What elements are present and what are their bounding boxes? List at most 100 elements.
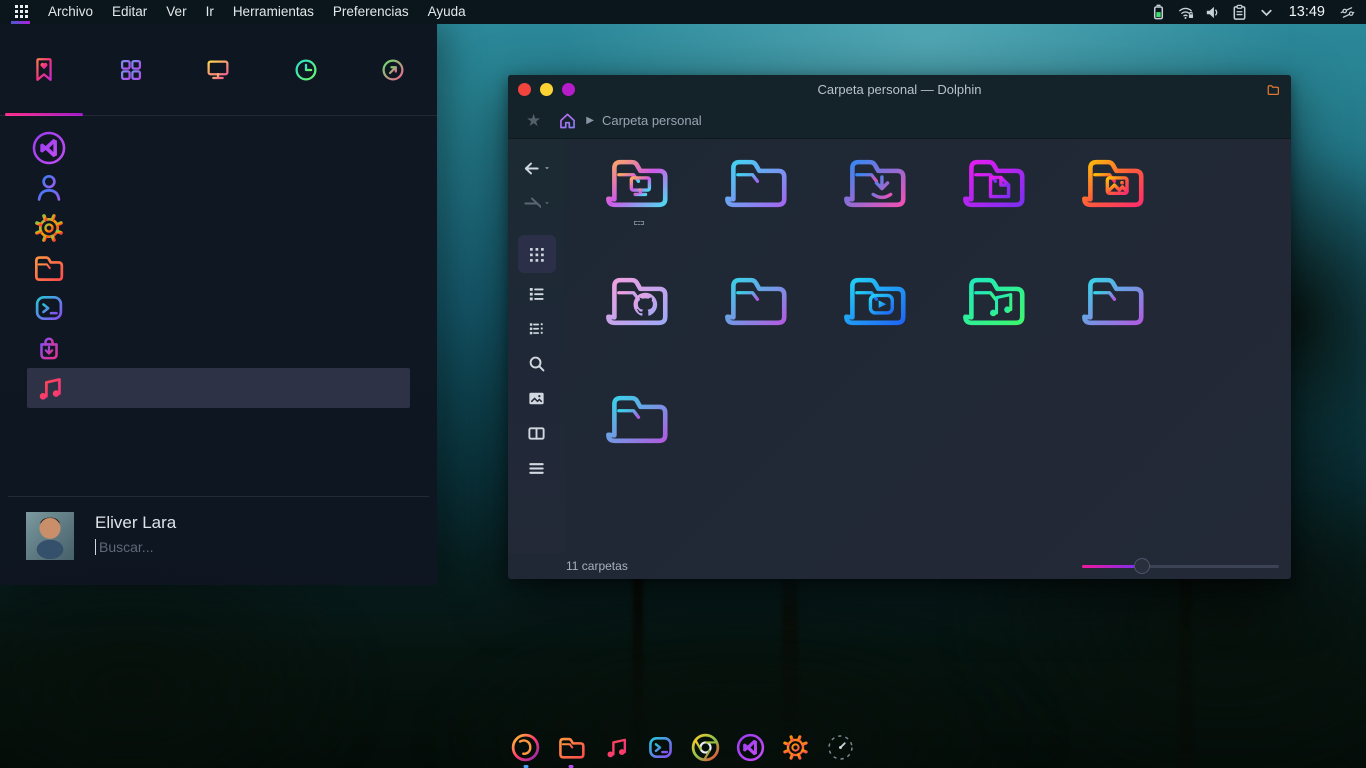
status-text: 11 carpetas — [566, 559, 628, 573]
user-avatar[interactable] — [26, 512, 74, 560]
close-button[interactable] — [518, 83, 531, 96]
folder-github-icon — [604, 267, 674, 337]
launcher-app-row[interactable] — [27, 208, 410, 248]
compact-view-icon — [527, 319, 546, 338]
tab-favoritos[interactable] — [0, 24, 87, 116]
preview-icon — [527, 389, 546, 408]
dock-chrome[interactable] — [689, 731, 722, 764]
folder-item[interactable] — [817, 149, 936, 259]
user-name: Eliver Lara — [95, 513, 335, 533]
vscode-icon — [734, 731, 767, 764]
clock-icon — [291, 55, 321, 85]
folder-item[interactable] — [817, 267, 936, 377]
dock-firefox[interactable] — [509, 731, 542, 764]
dock — [509, 731, 857, 767]
menu-item[interactable]: Ver — [166, 0, 186, 24]
launcher-app-row[interactable] — [27, 128, 410, 168]
dock-launcher-ring[interactable] — [824, 731, 857, 764]
network-wifi-icon[interactable] — [1177, 4, 1194, 21]
folder-item[interactable] — [579, 149, 698, 259]
preview-button[interactable] — [518, 383, 556, 413]
search-button[interactable] — [518, 348, 556, 378]
zoom-slider[interactable] — [1082, 557, 1279, 575]
minimize-button[interactable] — [540, 83, 553, 96]
tab-salir[interactable] — [350, 24, 437, 116]
launcher-app-row[interactable] — [27, 168, 410, 208]
tab-equipo[interactable] — [175, 24, 262, 116]
folder-item[interactable] — [936, 149, 1055, 259]
chevron-down-icon[interactable] — [1258, 4, 1275, 21]
dock-files[interactable] — [554, 731, 587, 764]
terminal-icon — [644, 731, 677, 764]
folder-item[interactable] — [1055, 267, 1174, 377]
folder-item[interactable] — [698, 149, 817, 259]
home-icon[interactable] — [557, 110, 578, 131]
search-icon — [527, 354, 546, 373]
forward-icon — [522, 194, 541, 213]
menu-item[interactable]: Ir — [206, 0, 214, 24]
tab-aplicaciones[interactable] — [87, 24, 174, 116]
tab-historial[interactable] — [262, 24, 349, 116]
battery-icon[interactable] — [1150, 4, 1167, 21]
firefox-icon — [509, 731, 542, 764]
menu-item[interactable]: Archivo — [48, 0, 93, 24]
home-icon — [557, 110, 578, 131]
menu-item[interactable]: Herramientas — [233, 0, 314, 24]
music-icon — [599, 731, 632, 764]
folder-download-icon — [842, 149, 912, 219]
list-view-icon — [527, 284, 546, 303]
clock[interactable]: 13:49 — [1289, 4, 1325, 20]
menu-item[interactable]: Preferencias — [333, 0, 409, 24]
launcher-app-row[interactable] — [27, 368, 410, 408]
zoom-slider-handle[interactable] — [1134, 558, 1150, 574]
zoom-slider-fill — [1082, 565, 1140, 568]
launcher-ring-icon — [824, 731, 857, 764]
folder-item[interactable] — [1055, 149, 1174, 259]
dock-vscode[interactable] — [734, 731, 767, 764]
folder-plain-icon — [1080, 267, 1150, 337]
back-button[interactable] — [518, 153, 556, 183]
compact-view-button[interactable] — [518, 313, 556, 343]
maximize-button[interactable] — [562, 83, 575, 96]
icons-view-button[interactable] — [518, 235, 556, 273]
terminal-icon — [30, 289, 68, 327]
folder-item[interactable] — [579, 385, 698, 495]
dock-terminal[interactable] — [644, 731, 677, 764]
icons-view-icon — [527, 245, 546, 264]
gear-icon — [30, 209, 68, 247]
location-toolbar: ★ ▶ Carpeta personal — [508, 103, 1291, 139]
folder-item[interactable] — [936, 267, 1055, 377]
leave-icon — [378, 55, 408, 85]
bookmark-star-icon[interactable]: ★ — [526, 112, 541, 129]
folder-item[interactable] — [698, 267, 817, 377]
forward-button[interactable] — [518, 188, 556, 218]
statusbar: 11 carpetas — [508, 553, 1291, 579]
clipboard-icon[interactable] — [1231, 4, 1248, 21]
dock-music[interactable] — [599, 731, 632, 764]
tweaks-icon[interactable] — [1339, 4, 1356, 21]
menu-item[interactable]: Ayuda — [428, 0, 466, 24]
split-view-icon — [527, 424, 546, 443]
menu-item[interactable]: Editar — [112, 0, 147, 24]
tweaks-icon — [1339, 4, 1356, 21]
search-input[interactable] — [95, 539, 335, 555]
list-view-button[interactable] — [518, 278, 556, 308]
chevron-down-icon — [1258, 4, 1275, 21]
split-view-button[interactable] — [518, 418, 556, 448]
volume-icon — [1204, 4, 1221, 21]
titlebar[interactable]: Carpeta personal — Dolphin — [508, 75, 1291, 103]
dock-settings[interactable] — [779, 731, 812, 764]
breadcrumb[interactable]: Carpeta personal — [602, 113, 702, 128]
battery-icon — [1150, 4, 1167, 21]
breadcrumb-separator-icon: ▶ — [586, 115, 594, 126]
volume-icon[interactable] — [1204, 4, 1221, 21]
folder-play-icon — [842, 267, 912, 337]
launcher-app-row[interactable] — [27, 328, 410, 368]
folder-item[interactable] — [579, 267, 698, 377]
menu-button[interactable] — [518, 453, 556, 483]
favorites-icon — [29, 55, 59, 85]
launcher-app-row[interactable] — [27, 288, 410, 328]
app-launcher-button[interactable] — [10, 0, 34, 24]
launcher-app-row[interactable] — [27, 248, 410, 288]
caret-icon — [543, 164, 551, 172]
